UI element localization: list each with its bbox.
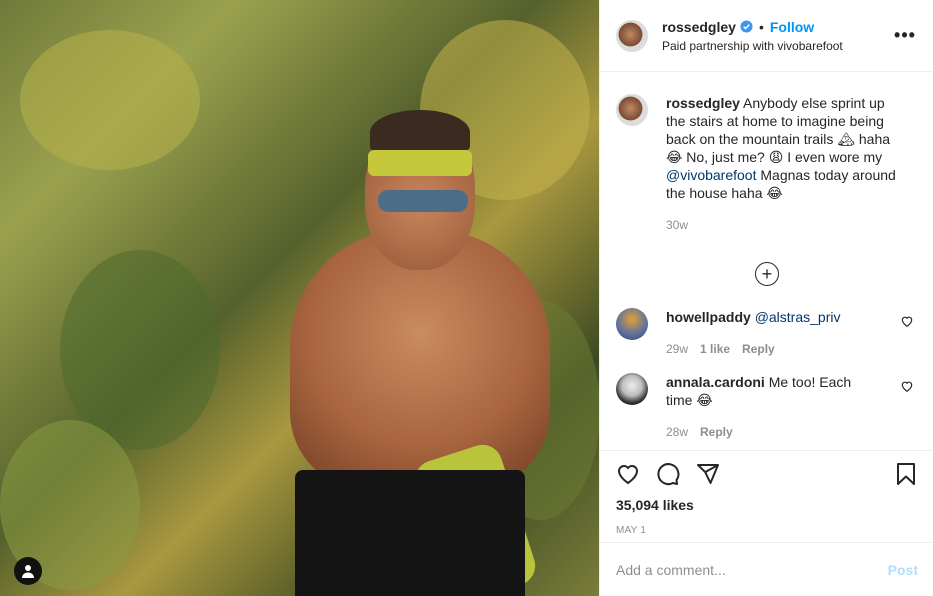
more-options-icon[interactable]: •••	[893, 25, 917, 46]
heart-icon[interactable]	[900, 314, 914, 328]
caption-mention[interactable]: @vivobarefoot	[666, 167, 756, 183]
comment-timestamp[interactable]: 29w	[666, 342, 688, 356]
post-photo[interactable]	[0, 0, 599, 596]
comment-timestamp[interactable]: 28w	[666, 425, 688, 439]
runner-headband	[368, 150, 472, 176]
comment-body: howellpaddy @alstras_priv 29w 1 like Reply	[666, 308, 876, 358]
header-text: rossedgley • Follow Paid partnership wit…	[662, 19, 893, 53]
comment-item: howellpaddy @alstras_priv 29w 1 like Reply	[616, 308, 918, 358]
separator-dot: •	[758, 18, 764, 35]
reply-button[interactable]: Reply	[742, 342, 775, 356]
runner-figure	[270, 110, 570, 596]
user-icon	[22, 565, 34, 578]
heart-icon[interactable]	[616, 462, 640, 486]
bookmark-icon[interactable]	[894, 462, 918, 486]
foliage-patch	[20, 30, 200, 170]
comment-mention[interactable]: @alstras_priv	[755, 309, 841, 325]
plus-circle-icon: +	[755, 262, 779, 286]
comment-text: howellpaddy @alstras_priv	[666, 308, 876, 326]
post-comment-button[interactable]: Post	[888, 562, 918, 578]
share-icon[interactable]	[696, 462, 720, 486]
foliage-patch	[60, 250, 220, 450]
comment-text: annala.cardoni Me too! Each time 😂	[666, 373, 876, 409]
runner-sunglasses	[378, 190, 468, 212]
comment-username[interactable]: howellpaddy	[666, 309, 751, 325]
caption-timestamp[interactable]: 30w	[666, 216, 902, 234]
avatar[interactable]	[616, 373, 648, 405]
comment-meta: 29w 1 like Reply	[666, 340, 876, 358]
caption-text: rossedgley Anybody else sprint up the st…	[666, 94, 902, 202]
comment-icon[interactable]	[656, 462, 680, 486]
tagged-users-button[interactable]	[14, 557, 42, 585]
likes-count[interactable]: 35,094 likes	[616, 497, 918, 513]
reply-button[interactable]: Reply	[700, 425, 733, 439]
author-username[interactable]: rossedgley	[662, 19, 736, 35]
comment-username[interactable]: annala.cardoni	[666, 374, 765, 390]
action-icons	[616, 451, 918, 497]
caption-body: rossedgley Anybody else sprint up the st…	[666, 94, 902, 234]
comment-body: annala.cardoni Me too! Each time 😂 28w Re…	[666, 373, 876, 441]
add-comment-bar: Post	[600, 542, 933, 596]
post-date[interactable]: MAY 1	[616, 525, 918, 536]
avatar[interactable]	[616, 308, 648, 340]
comments-section[interactable]: rossedgley Anybody else sprint up the st…	[600, 72, 933, 450]
comment-item: annala.cardoni Me too! Each time 😂 28w Re…	[616, 373, 918, 441]
avatar[interactable]	[616, 94, 648, 126]
verified-badge-icon	[740, 20, 753, 33]
load-more-comments-button[interactable]: +	[616, 262, 918, 286]
caption: rossedgley Anybody else sprint up the st…	[616, 94, 918, 234]
header-row: rossedgley • Follow	[662, 19, 893, 35]
avatar[interactable]	[616, 19, 648, 52]
comment-likes[interactable]: 1 like	[700, 342, 730, 356]
post-actions: 35,094 likes MAY 1	[600, 450, 933, 542]
runner-shorts	[295, 470, 525, 596]
post-side-panel: rossedgley • Follow Paid partnership wit…	[599, 0, 933, 596]
comment-meta: 28w Reply	[666, 423, 876, 441]
partnership-label[interactable]: Paid partnership with vivobarefoot	[662, 39, 893, 53]
heart-icon[interactable]	[900, 379, 914, 393]
follow-button[interactable]: Follow	[770, 19, 814, 35]
post-header: rossedgley • Follow Paid partnership wit…	[600, 0, 933, 72]
caption-username[interactable]: rossedgley	[666, 95, 740, 111]
runner-hair	[370, 110, 470, 155]
comment-input[interactable]	[616, 561, 888, 578]
